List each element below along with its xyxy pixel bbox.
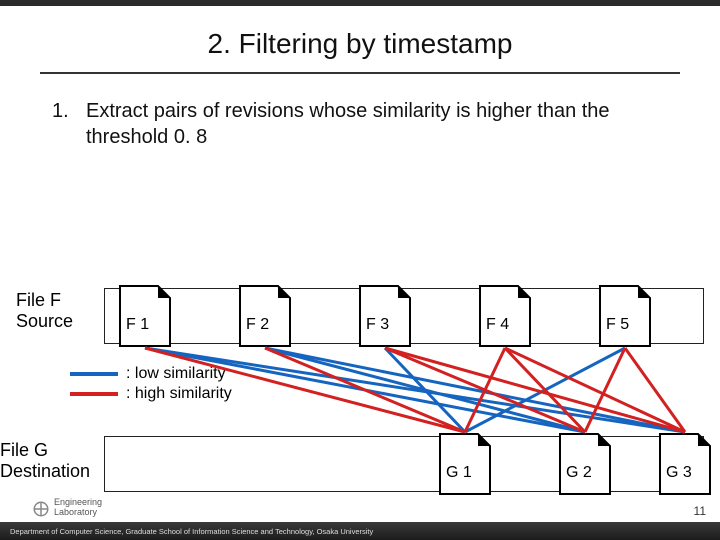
bullet-number: 1.	[52, 98, 86, 124]
legend-high-swatch	[70, 392, 118, 396]
bullet-text: Extract pairs of revisions whose similar…	[86, 98, 672, 150]
legend-high-label: : high similarity	[126, 385, 232, 403]
doc-g1: G 1	[438, 432, 492, 496]
lab-label: Engineering Laboratory	[54, 498, 102, 517]
doc-f1: F 1	[118, 284, 172, 348]
file-f-label-text: File F Source	[16, 290, 73, 331]
doc-f3: F 3	[358, 284, 412, 348]
doc-f2: F 2	[238, 284, 292, 348]
file-f-label: File F Source	[16, 290, 73, 331]
doc-g3: G 3	[658, 432, 712, 496]
doc-g2: G 2	[558, 432, 612, 496]
doc-f4: F 4	[478, 284, 532, 348]
bullet-1: 1. Extract pairs of revisions whose simi…	[52, 98, 672, 150]
doc-f5: F 5	[598, 284, 652, 348]
slide-title: 2. Filtering by timestamp	[0, 28, 720, 60]
doc-f4-label: F 4	[486, 316, 509, 334]
doc-g2-label: G 2	[566, 464, 592, 482]
lab-logo-icon	[32, 500, 50, 518]
file-g-track	[104, 436, 704, 492]
footer-bar: Department of Computer Science, Graduate…	[0, 522, 720, 540]
doc-f5-label: F 5	[606, 316, 629, 334]
lab-line2: Laboratory	[54, 508, 102, 517]
doc-f3-label: F 3	[366, 316, 389, 334]
doc-g3-label: G 3	[666, 464, 692, 482]
doc-f1-label: F 1	[126, 316, 149, 334]
legend-low: : low similarity	[70, 364, 232, 384]
page-number: 11	[694, 504, 706, 518]
top-accent-bar	[0, 0, 720, 6]
doc-g1-label: G 1	[446, 464, 472, 482]
file-g-label: File G Destination	[0, 440, 90, 481]
doc-f2-label: F 2	[246, 316, 269, 334]
footer-text: Department of Computer Science, Graduate…	[10, 527, 373, 536]
legend: : low similarity : high similarity	[70, 364, 232, 404]
legend-low-label: : low similarity	[126, 365, 226, 383]
title-underline	[40, 72, 680, 74]
legend-low-swatch	[70, 372, 118, 376]
legend-high: : high similarity	[70, 384, 232, 404]
file-g-label-text: File G Destination	[0, 440, 90, 481]
